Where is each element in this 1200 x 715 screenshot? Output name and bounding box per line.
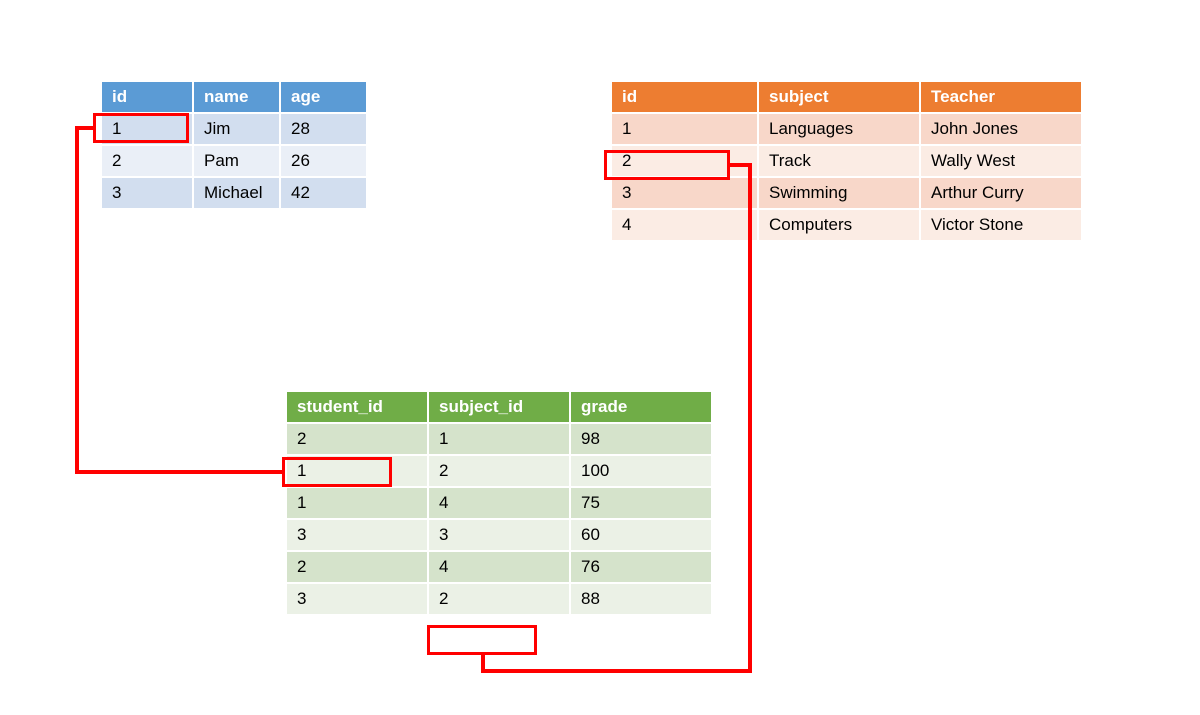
cell-subject-id: 4 <box>429 488 569 518</box>
cell-id: 3 <box>102 178 192 208</box>
cell-subject-id: 3 <box>429 520 569 550</box>
cell-age: 28 <box>281 114 366 144</box>
cell-id: 1 <box>612 114 757 144</box>
table-row: 3 Michael 42 <box>102 178 366 208</box>
cell-student-id: 1 <box>287 456 427 486</box>
header-id: id <box>102 82 192 112</box>
cell-id: 2 <box>102 146 192 176</box>
table-row: 2 Track Wally West <box>612 146 1081 176</box>
cell-student-id: 3 <box>287 520 427 550</box>
cell-id: 1 <box>102 114 192 144</box>
subjects-table: id subject Teacher 1 Languages John Jone… <box>610 80 1083 242</box>
table-row: 1 Jim 28 <box>102 114 366 144</box>
cell-subject: Languages <box>759 114 919 144</box>
cell-student-id: 1 <box>287 488 427 518</box>
header-subject-id: subject_id <box>429 392 569 422</box>
students-table: id name age 1 Jim 28 2 Pam 26 3 Michael … <box>100 80 368 210</box>
grades-table: student_id subject_id grade 2 1 98 1 2 1… <box>285 390 713 616</box>
table-row: 1 4 75 <box>287 488 711 518</box>
header-name: name <box>194 82 279 112</box>
cell-name: Pam <box>194 146 279 176</box>
cell-subject-id: 2 <box>429 456 569 486</box>
cell-subject: Track <box>759 146 919 176</box>
cell-subject-id: 1 <box>429 424 569 454</box>
table-row: 1 Languages John Jones <box>612 114 1081 144</box>
table-header-row: id subject Teacher <box>612 82 1081 112</box>
cell-teacher: Wally West <box>921 146 1081 176</box>
cell-name: Jim <box>194 114 279 144</box>
cell-subject: Swimming <box>759 178 919 208</box>
cell-grade: 60 <box>571 520 711 550</box>
header-grade: grade <box>571 392 711 422</box>
header-teacher: Teacher <box>921 82 1081 112</box>
table-row: 3 2 88 <box>287 584 711 614</box>
cell-age: 26 <box>281 146 366 176</box>
cell-grade: 98 <box>571 424 711 454</box>
cell-grade: 88 <box>571 584 711 614</box>
cell-age: 42 <box>281 178 366 208</box>
cell-student-id: 2 <box>287 552 427 582</box>
cell-teacher: Arthur Curry <box>921 178 1081 208</box>
header-subject: subject <box>759 82 919 112</box>
cell-student-id: 3 <box>287 584 427 614</box>
cell-id: 2 <box>612 146 757 176</box>
cell-grade: 76 <box>571 552 711 582</box>
table-row: 1 2 100 <box>287 456 711 486</box>
cell-subject-id: 2 <box>429 584 569 614</box>
table-row: 4 Computers Victor Stone <box>612 210 1081 240</box>
cell-id: 4 <box>612 210 757 240</box>
cell-grade: 75 <box>571 488 711 518</box>
cell-subject-id: 4 <box>429 552 569 582</box>
cell-id: 3 <box>612 178 757 208</box>
cell-subject: Computers <box>759 210 919 240</box>
table-header-row: id name age <box>102 82 366 112</box>
table-row: 3 3 60 <box>287 520 711 550</box>
table-row: 2 4 76 <box>287 552 711 582</box>
cell-grade: 100 <box>571 456 711 486</box>
highlight-grades-subject-id-2 <box>427 625 537 655</box>
cell-teacher: John Jones <box>921 114 1081 144</box>
cell-name: Michael <box>194 178 279 208</box>
cell-teacher: Victor Stone <box>921 210 1081 240</box>
cell-student-id: 2 <box>287 424 427 454</box>
table-header-row: student_id subject_id grade <box>287 392 711 422</box>
table-row: 2 1 98 <box>287 424 711 454</box>
table-row: 2 Pam 26 <box>102 146 366 176</box>
header-id: id <box>612 82 757 112</box>
table-row: 3 Swimming Arthur Curry <box>612 178 1081 208</box>
header-student-id: student_id <box>287 392 427 422</box>
header-age: age <box>281 82 366 112</box>
